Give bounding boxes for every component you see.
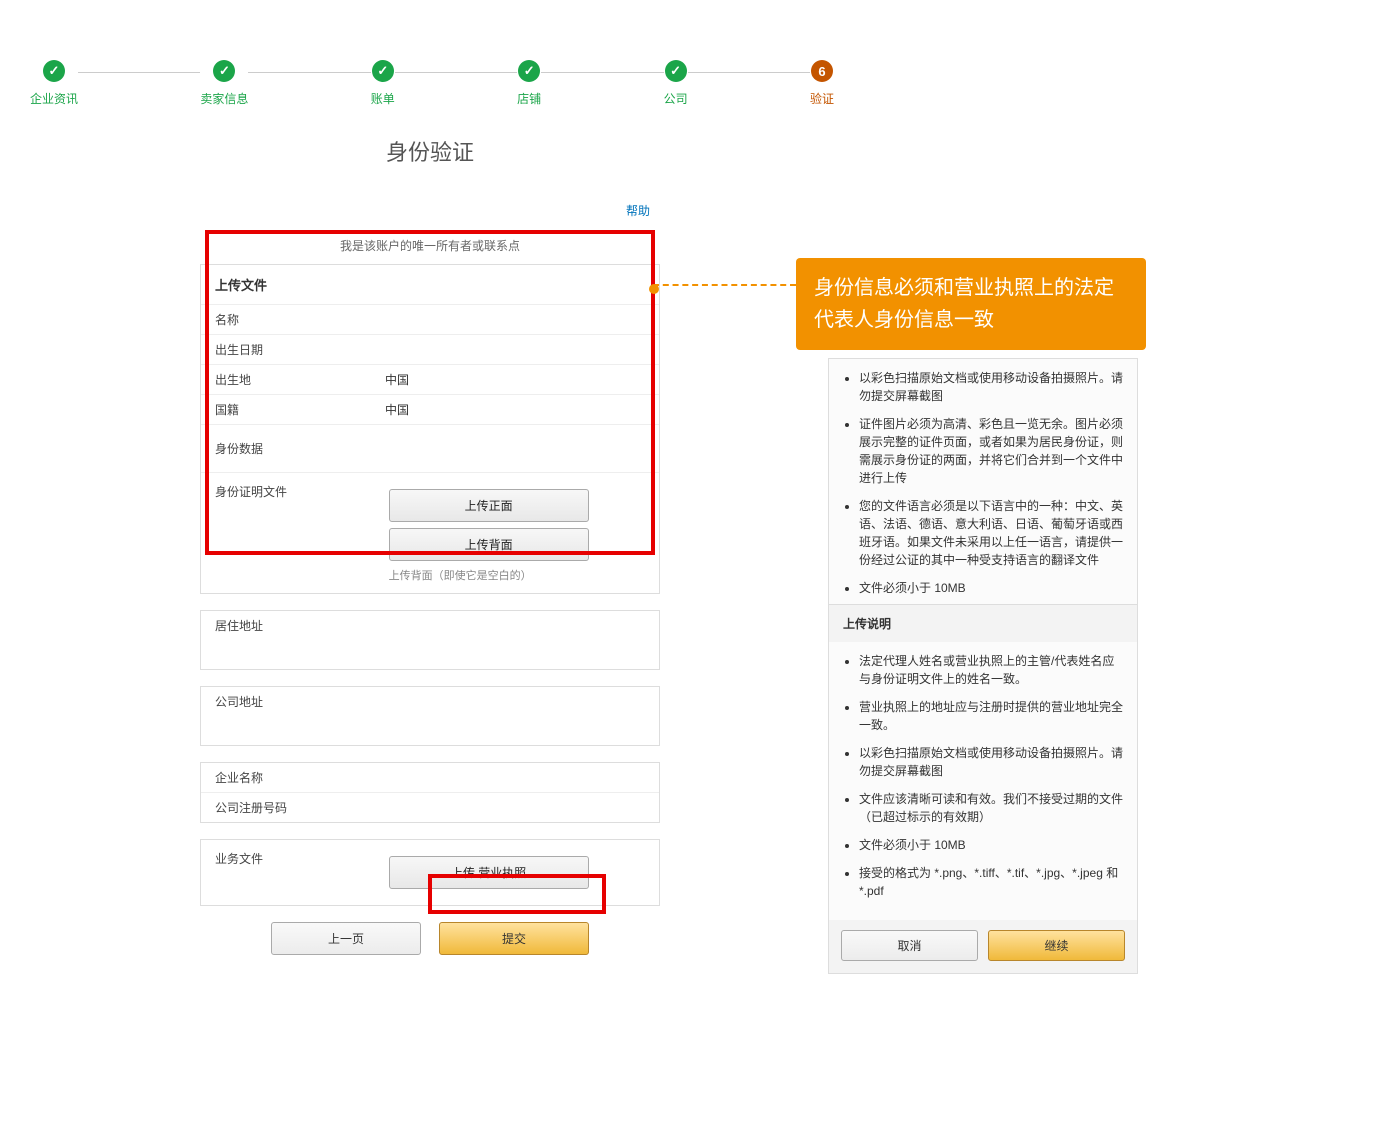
business-file-section: 业务文件 上传 营业执照: [200, 839, 660, 906]
step-4: 店铺: [517, 60, 541, 107]
upload-back-hint: 上传背面（即使它是空白的）: [389, 567, 609, 583]
guideline-item: 证件图片必须为高清、彩色且一览无余。图片必须展示完整的证件页面，或者如果为居民身…: [859, 415, 1123, 487]
panel2-cancel-button[interactable]: 取消: [841, 930, 978, 961]
label-name: 名称: [201, 305, 371, 334]
guideline-item: 以彩色扫描原始文档或使用移动设备拍摄照片。请勿提交屏幕截图: [859, 369, 1123, 405]
page-title: 身份验证: [200, 135, 660, 167]
step-line: [541, 72, 663, 73]
step-2-label: 卖家信息: [200, 90, 248, 107]
label-res-addr: 居住地址: [201, 611, 371, 640]
residential-address-section: 居住地址: [200, 610, 660, 670]
value-company-reg: [371, 802, 659, 814]
step-line: [395, 72, 517, 73]
nav-buttons: 上一页 提交: [200, 922, 660, 955]
value-name: [371, 314, 659, 326]
step-3-label: 账单: [371, 90, 395, 107]
step-6-label: 验证: [810, 90, 834, 107]
step-line: [688, 72, 810, 73]
value-company-name: [371, 772, 659, 784]
value-pob: 中国: [371, 365, 659, 394]
value-dob: [371, 344, 659, 356]
check-icon: [372, 60, 394, 82]
guideline-item: 法定代理人姓名或营业执照上的主管/代表姓名应与身份证明文件上的姓名一致。: [859, 652, 1123, 688]
annotation-connector: [653, 284, 796, 286]
guideline-item: 您的文件语言必须是以下语言中的一种：中文、英语、法语、德语、意大利语、日语、葡萄…: [859, 497, 1123, 569]
step-1: 企业资讯: [30, 60, 78, 107]
row-dob: 出生日期: [201, 334, 659, 364]
row-idfile: 身份证明文件 上传正面 上传背面 上传背面（即使它是空白的）: [201, 472, 659, 593]
guideline-item: 文件必须小于 10MB: [859, 579, 1123, 597]
check-icon: [665, 60, 687, 82]
step-6-number: 6: [811, 60, 833, 82]
prev-button[interactable]: 上一页: [271, 922, 421, 955]
submit-button[interactable]: 提交: [439, 922, 589, 955]
guidelines-list-2: 法定代理人姓名或营业执照上的主管/代表姓名应与身份证明文件上的姓名一致。 营业执…: [829, 642, 1137, 920]
row-co-addr: 公司地址: [201, 687, 659, 716]
row-nationality: 国籍 中国: [201, 394, 659, 424]
row-res-addr: 居住地址: [201, 611, 659, 640]
panel2-continue-button[interactable]: 继续: [988, 930, 1125, 961]
upload-heading: 上传文件: [201, 265, 659, 304]
progress-stepper: 企业资讯 卖家信息 账单 店铺 公司 6 验证: [30, 60, 834, 107]
check-icon: [43, 60, 65, 82]
upload-section: 上传文件 名称 出生日期 出生地 中国 国籍 中国 身份数据 身份证明文件 上传…: [200, 264, 660, 594]
row-company-name: 企业名称: [201, 763, 659, 792]
row-company-reg: 公司注册号码: [201, 792, 659, 822]
row-pob: 出生地 中国: [201, 364, 659, 394]
upload-guidelines-panel-2: 上传说明 法定代理人姓名或营业执照上的主管/代表姓名应与身份证明文件上的姓名一致…: [828, 604, 1138, 974]
guideline-item: 文件必须小于 10MB: [859, 836, 1123, 854]
label-nationality: 国籍: [201, 395, 371, 424]
step-line: [78, 72, 200, 73]
step-line: [248, 72, 370, 73]
value-co-addr: [371, 696, 659, 708]
company-info-section: 企业名称 公司注册号码: [200, 762, 660, 823]
step-4-label: 店铺: [517, 90, 541, 107]
owner-statement: 我是该账户的唯一所有者或联系点: [200, 237, 660, 254]
label-company-name: 企业名称: [201, 763, 371, 792]
guideline-item: 以彩色扫描原始文档或使用移动设备拍摄照片。请勿提交屏幕截图: [859, 744, 1123, 780]
step-1-label: 企业资讯: [30, 90, 78, 107]
step-6: 6 验证: [810, 60, 834, 107]
upload-front-button[interactable]: 上传正面: [389, 489, 589, 522]
label-iddata: 身份数据: [201, 434, 371, 463]
annotation-callout: 身份信息必须和营业执照上的法定代表人身份信息一致: [796, 258, 1146, 350]
step-5: 公司: [664, 60, 688, 107]
label-company-reg: 公司注册号码: [201, 793, 371, 822]
label-idfile: 身份证明文件: [215, 483, 385, 500]
guideline-item: 营业执照上的地址应与注册时提供的营业地址完全一致。: [859, 698, 1123, 734]
help-link[interactable]: 帮助: [626, 202, 650, 219]
label-dob: 出生日期: [201, 335, 371, 364]
step-2: 卖家信息: [200, 60, 248, 107]
guideline-item: 接受的格式为 *.png、*.tiff、*.tif、*.jpg、*.jpeg 和…: [859, 864, 1123, 900]
upload-license-button[interactable]: 上传 营业执照: [389, 856, 589, 889]
step-5-label: 公司: [664, 90, 688, 107]
step-3: 账单: [371, 60, 395, 107]
guideline-item: 文件应该清晰可读和有效。我们不接受过期的文件（已超过标示的有效期）: [859, 790, 1123, 826]
company-address-section: 公司地址: [200, 686, 660, 746]
upload-back-button[interactable]: 上传背面: [389, 528, 589, 561]
panel2-heading: 上传说明: [829, 605, 1137, 642]
main-form: 身份验证 帮助 我是该账户的唯一所有者或联系点 上传文件 名称 出生日期 出生地…: [200, 120, 660, 955]
check-icon: [518, 60, 540, 82]
value-iddata: [371, 443, 659, 455]
label-business-file: 业务文件: [215, 850, 385, 867]
value-nationality: 中国: [371, 395, 659, 424]
row-name: 名称: [201, 304, 659, 334]
check-icon: [213, 60, 235, 82]
row-iddata: 身份数据: [201, 424, 659, 472]
label-pob: 出生地: [201, 365, 371, 394]
value-res-addr: [371, 620, 659, 632]
label-co-addr: 公司地址: [201, 687, 371, 716]
